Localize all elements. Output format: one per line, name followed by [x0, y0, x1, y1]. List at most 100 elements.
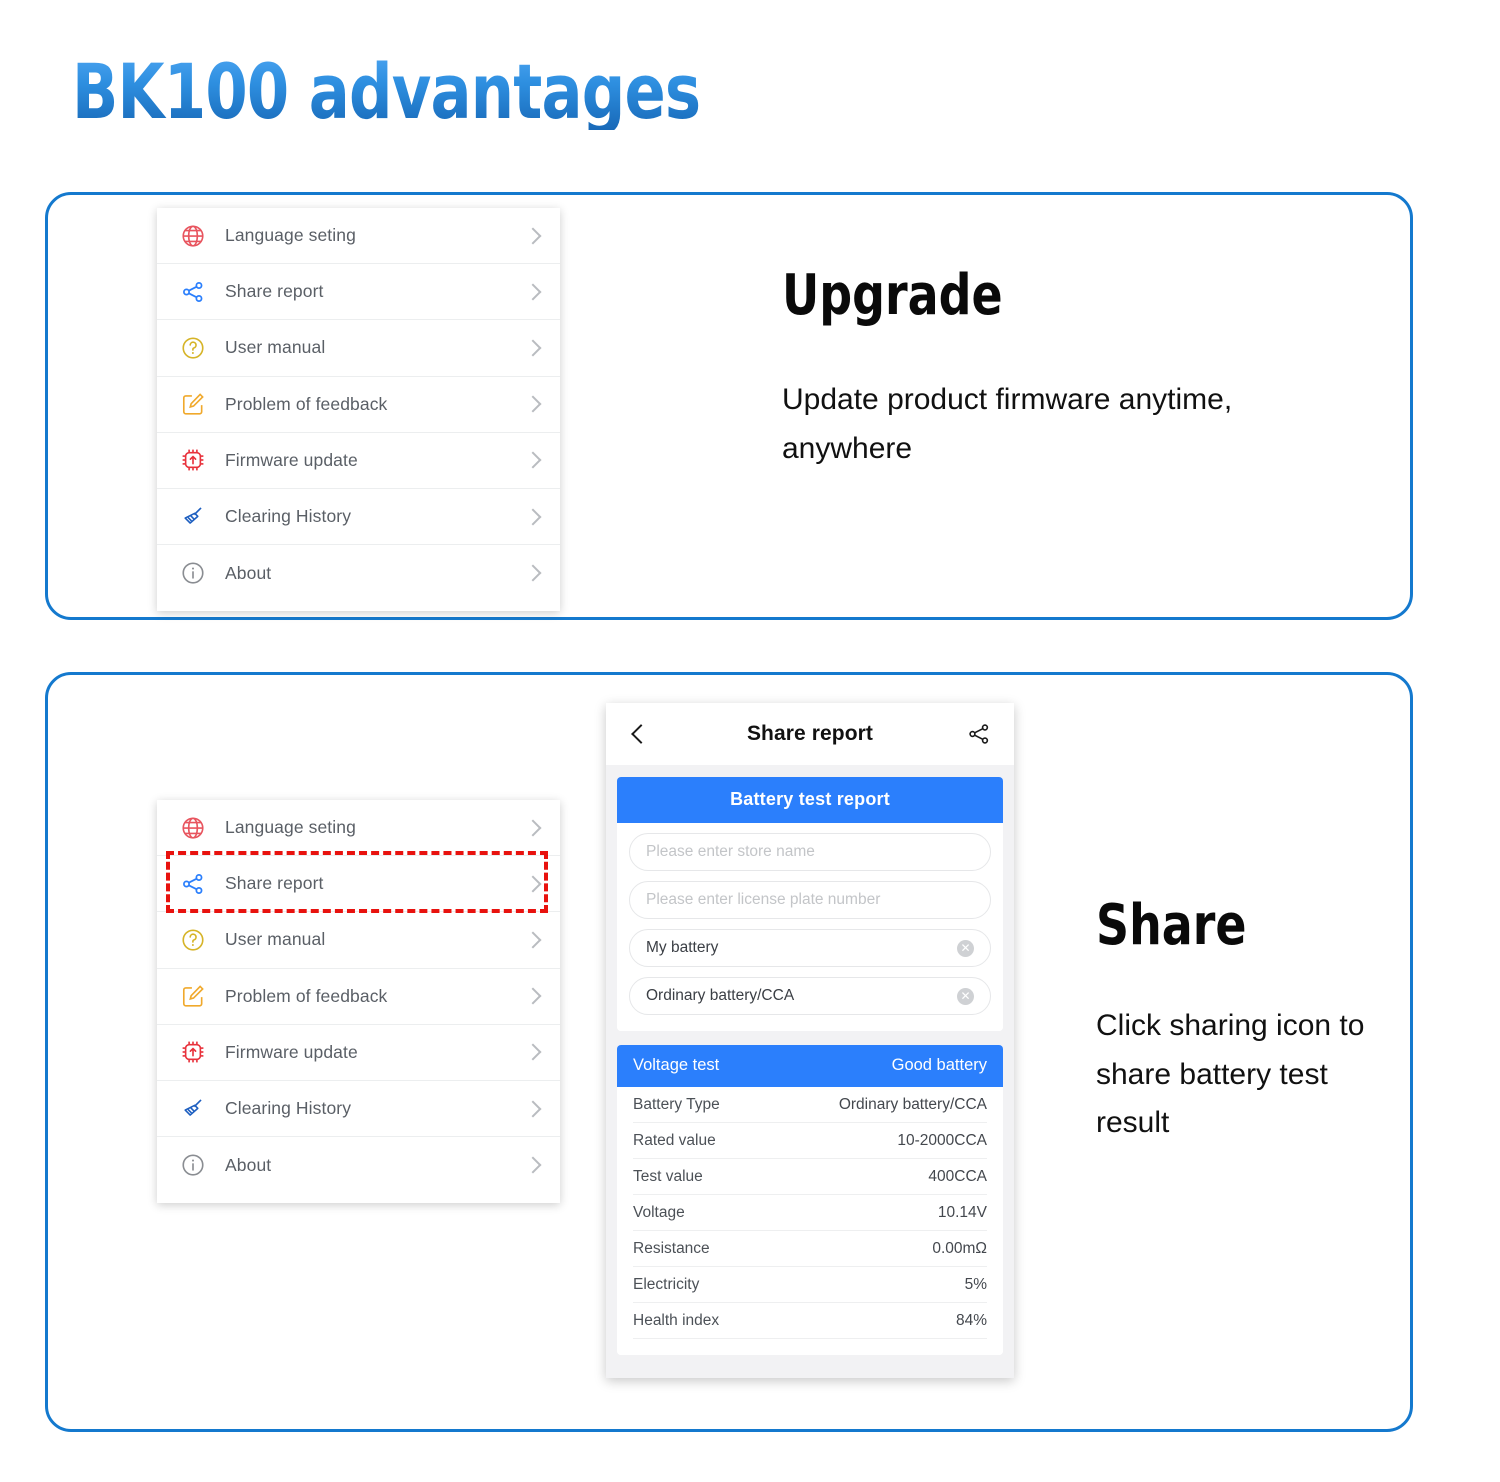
status-badge: Good battery	[891, 1056, 987, 1074]
row-value: Ordinary battery/CCA	[838, 1095, 987, 1113]
question-circle-icon	[179, 334, 207, 362]
share-body: Click sharing icon to share battery test…	[1096, 1009, 1365, 1140]
sidebar-item-about[interactable]: About	[157, 545, 560, 602]
table-row: Test value 400CCA	[633, 1159, 987, 1195]
row-value: 10.14V	[937, 1203, 987, 1221]
edit-note-icon	[179, 982, 207, 1010]
row-value: 0.00mΩ	[932, 1239, 987, 1257]
chip-upload-icon	[179, 446, 207, 474]
sidebar-item-label: About	[225, 562, 272, 583]
chevron-right-icon	[526, 929, 540, 951]
row-key: Health index	[633, 1311, 720, 1329]
table-row: Electricity 5%	[633, 1267, 987, 1303]
share-nodes-icon	[179, 870, 207, 898]
share-heading: Share	[1096, 893, 1247, 958]
battery-test-report-section: Battery test report Please enter store n…	[617, 777, 1003, 1031]
clear-circle-icon[interactable]: ✕	[957, 987, 974, 1005]
phone-header: Share report	[606, 703, 1014, 765]
battery-type-input[interactable]: Ordinary battery/CCA ✕	[629, 977, 991, 1015]
sidebar-item-label: Clearing History	[225, 506, 352, 527]
sidebar-item-share-report[interactable]: Share report	[157, 264, 560, 321]
clear-circle-icon[interactable]: ✕	[957, 939, 974, 957]
chip-upload-icon	[179, 1038, 207, 1066]
row-value: 5%	[964, 1275, 987, 1293]
question-circle-icon	[179, 926, 207, 954]
sidebar-item-clearing-history[interactable]: Clearing History	[157, 488, 560, 546]
share-report-phone-mockup: Share report Battery test report Please …	[606, 703, 1014, 1378]
table-row: Resistance 0.00mΩ	[633, 1231, 987, 1267]
chevron-right-icon	[526, 817, 540, 839]
sidebar-item-language-setting[interactable]: Language seting	[157, 208, 560, 265]
license-plate-input[interactable]: Please enter license plate number	[629, 881, 991, 919]
row-key: Electricity	[633, 1275, 700, 1293]
table-row: Battery Type Ordinary battery/CCA	[633, 1087, 987, 1123]
sidebar-item-share-report[interactable]: Share report	[157, 856, 560, 913]
sidebar-item-user-manual[interactable]: User manual	[157, 912, 560, 969]
sidebar-item-label: User manual	[225, 337, 326, 358]
edit-note-icon	[179, 390, 207, 418]
sidebar-item-firmware-update[interactable]: Firmware update	[157, 432, 560, 489]
input-value: Ordinary battery/CCA	[646, 987, 795, 1004]
sidebar-item-firmware-update[interactable]: Firmware update	[157, 1024, 560, 1081]
battery-name-input[interactable]: My battery ✕	[629, 929, 991, 967]
sidebar-item-label: Share report	[225, 873, 324, 894]
sidebar-item-clearing-history[interactable]: Clearing History	[157, 1080, 560, 1138]
broom-icon	[179, 503, 207, 531]
chevron-right-icon	[526, 873, 540, 895]
info-circle-icon	[179, 1151, 207, 1179]
chevron-right-icon	[526, 393, 540, 415]
voltage-test-table: Battery Type Ordinary battery/CCA Rated …	[617, 1087, 1003, 1355]
settings-menu-card-upgrade: Language seting Share report User manual	[157, 208, 560, 611]
voltage-test-header: Voltage test Good battery	[617, 1045, 1003, 1087]
broom-icon	[179, 1095, 207, 1123]
upgrade-heading: Upgrade	[782, 263, 1003, 328]
chevron-right-icon	[526, 506, 540, 528]
settings-menu-card-share: Language seting Share report User manual	[157, 800, 560, 1203]
row-value: 400CCA	[928, 1167, 987, 1185]
sidebar-item-label: Language seting	[225, 225, 356, 246]
page-title: Share report	[746, 722, 874, 745]
row-key: Test value	[633, 1167, 703, 1185]
table-row: Health index 84%	[633, 1303, 987, 1339]
report-banner: Battery test report	[617, 777, 1003, 823]
row-value: 84%	[955, 1311, 987, 1329]
sidebar-item-problem-of-feedback[interactable]: Problem of feedback	[157, 376, 560, 433]
sidebar-item-label: Language seting	[225, 817, 356, 838]
upgrade-blurb: Upgrade Update product firmware anytime,…	[782, 268, 1302, 473]
globe-icon	[179, 222, 207, 250]
chevron-right-icon	[526, 281, 540, 303]
globe-icon	[179, 814, 207, 842]
sidebar-item-label: About	[225, 1154, 272, 1175]
chevron-right-icon	[526, 985, 540, 1007]
sidebar-item-label: User manual	[225, 929, 326, 950]
share-blurb: Share Click sharing icon to share batter…	[1096, 898, 1396, 1148]
chevron-right-icon	[526, 562, 540, 584]
chevron-right-icon	[526, 225, 540, 247]
sidebar-item-label: Clearing History	[225, 1098, 352, 1119]
share-nodes-icon	[179, 278, 207, 306]
sidebar-item-label: Firmware update	[225, 449, 358, 470]
voltage-test-section: Voltage test Good battery Battery Type O…	[617, 1045, 1003, 1355]
chevron-right-icon	[526, 1098, 540, 1120]
sidebar-item-label: Firmware update	[225, 1041, 358, 1062]
store-name-input[interactable]: Please enter store name	[629, 833, 991, 871]
sidebar-item-label: Problem of feedback	[225, 393, 388, 414]
sidebar-item-label: Problem of feedback	[225, 985, 388, 1006]
chevron-right-icon	[526, 1154, 540, 1176]
sidebar-item-problem-of-feedback[interactable]: Problem of feedback	[157, 968, 560, 1025]
page-title: BK100 advantages	[72, 47, 701, 136]
row-key: Resistance	[633, 1239, 710, 1257]
sidebar-item-language-setting[interactable]: Language seting	[157, 800, 560, 857]
input-placeholder: Please enter store name	[646, 843, 815, 860]
table-row: Rated value 10-2000CCA	[633, 1123, 987, 1159]
share-nodes-icon[interactable]	[966, 721, 992, 747]
row-key: Rated value	[633, 1131, 716, 1149]
sidebar-item-user-manual[interactable]: User manual	[157, 320, 560, 377]
sidebar-item-label: Share report	[225, 281, 324, 302]
info-circle-icon	[179, 559, 207, 587]
voltage-test-title: Voltage test	[633, 1056, 720, 1074]
row-value: 10-2000CCA	[897, 1131, 987, 1149]
sidebar-item-about[interactable]: About	[157, 1137, 560, 1194]
table-row: Voltage 10.14V	[633, 1195, 987, 1231]
chevron-right-icon	[526, 449, 540, 471]
